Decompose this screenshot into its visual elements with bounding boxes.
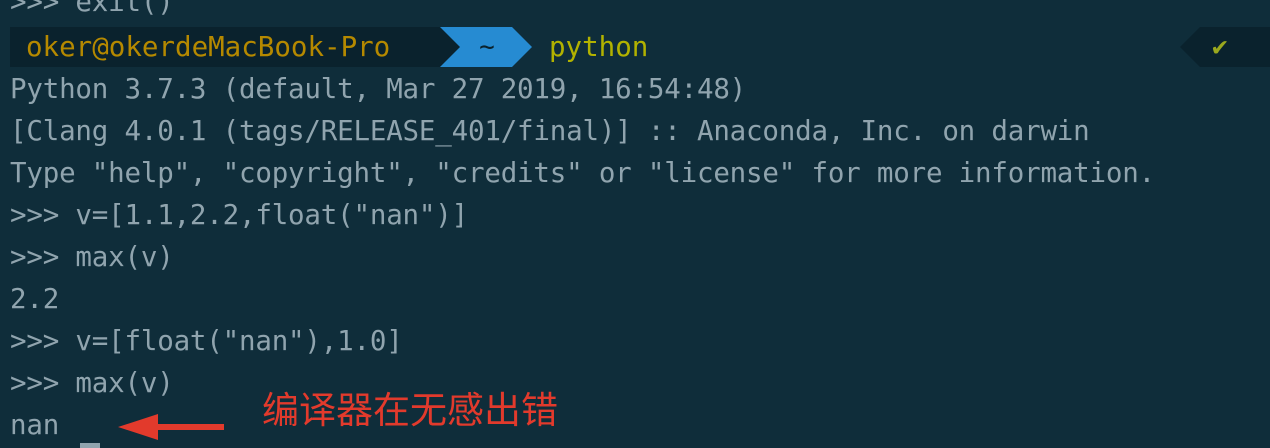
terminal-line-python-version: Python 3.7.3 (default, Mar 27 2019, 16:5… — [10, 73, 747, 105]
terminal-line-max-2: >>> max(v) — [10, 367, 174, 399]
terminal-line-clang: [Clang 4.0.1 (tags/RELEASE_401/final)] :… — [10, 115, 1090, 147]
terminal-line-exit: >>> exit() — [10, 0, 174, 18]
terminal-line-output-1: 2.2 — [10, 283, 60, 315]
status-separator-arrow — [1180, 27, 1200, 67]
terminal-line-assign-1: >>> v=[1.1,2.2,float("nan")] — [10, 199, 468, 231]
text-cursor — [80, 443, 100, 448]
terminal-line-help: Type "help", "copyright", "credits" or "… — [10, 157, 1155, 189]
annotation-text: 编译器在无感出错 — [262, 389, 558, 432]
prompt-directory-arrow — [512, 27, 532, 67]
prompt-bar: oker@okerdeMacBook-Pro ~ python ✔ — [0, 27, 1270, 67]
prompt-command: python — [549, 31, 649, 63]
check-mark-icon: ✔ — [1200, 27, 1270, 67]
annotation-arrow-icon — [118, 414, 224, 440]
prompt-user-host: oker@okerdeMacBook-Pro — [10, 27, 440, 67]
terminal-window[interactable]: >>> exit() oker@okerdeMacBook-Pro ~ pyth… — [0, 0, 1270, 448]
terminal-line-output-2: nan — [10, 409, 60, 441]
terminal-line-assign-2: >>> v=[float("nan"),1.0] — [10, 325, 403, 357]
terminal-line-max-1: >>> max(v) — [10, 241, 174, 273]
prompt-separator-arrow — [440, 27, 460, 67]
